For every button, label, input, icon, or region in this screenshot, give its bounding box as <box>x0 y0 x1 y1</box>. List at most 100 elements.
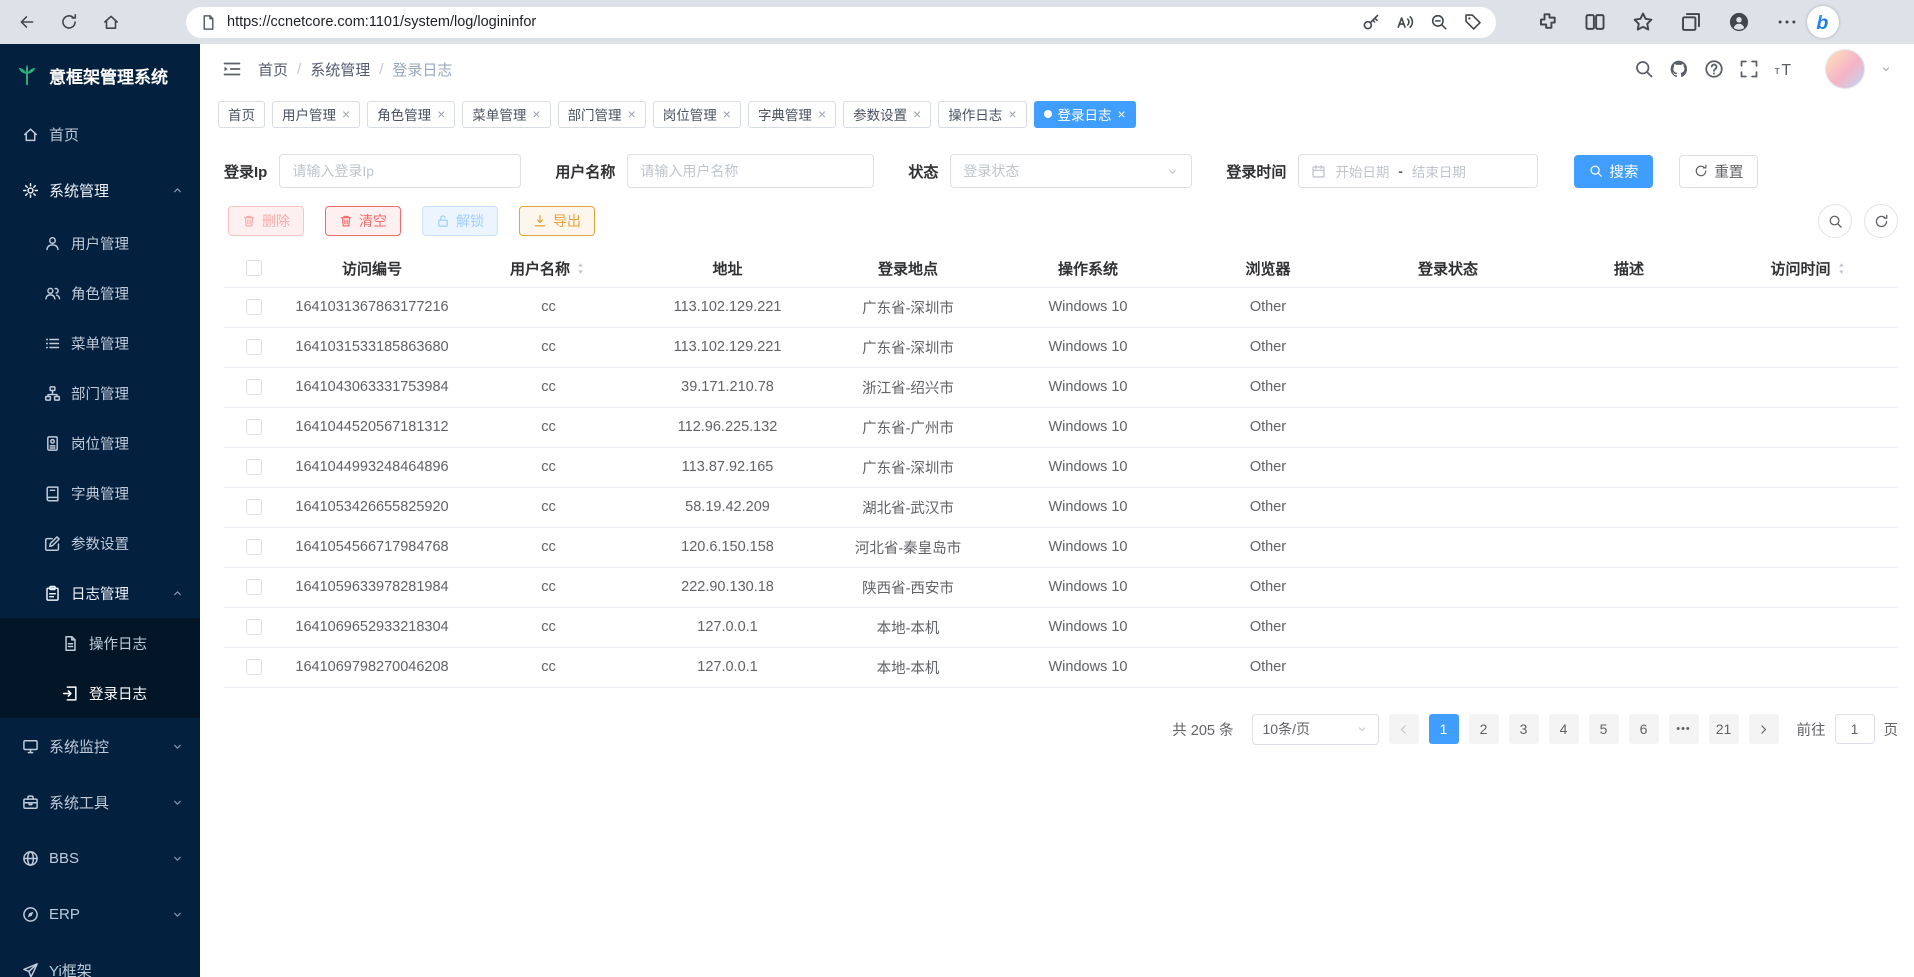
browser-home-icon[interactable] <box>94 5 128 39</box>
page-button-4[interactable]: 4 <box>1549 714 1579 744</box>
search-icon[interactable] <box>1634 59 1654 79</box>
zoom-out-icon[interactable] <box>1430 13 1448 31</box>
collections-icon[interactable] <box>1680 11 1702 33</box>
extensions-icon[interactable] <box>1536 11 1558 33</box>
close-tab-icon[interactable]: × <box>723 107 731 121</box>
close-tab-icon[interactable]: × <box>1118 107 1126 121</box>
tab-岗位管理[interactable]: 岗位管理× <box>653 101 741 128</box>
unlock-button[interactable]: 解锁 <box>422 206 498 236</box>
page-button-21[interactable]: 21 <box>1709 714 1739 744</box>
row-checkbox[interactable] <box>246 339 262 355</box>
sidebar-item-dict[interactable]: 字典管理 <box>0 468 200 518</box>
user-name-input[interactable] <box>627 154 874 188</box>
sidebar-item-post[interactable]: 岗位管理 <box>0 418 200 468</box>
row-checkbox[interactable] <box>246 459 262 475</box>
prev-page-button[interactable] <box>1389 714 1419 744</box>
next-page-button[interactable] <box>1749 714 1779 744</box>
tab-参数设置[interactable]: 参数设置× <box>843 101 931 128</box>
hamburger-icon[interactable] <box>222 59 242 79</box>
close-tab-icon[interactable]: × <box>913 107 921 121</box>
avatar[interactable] <box>1825 49 1865 89</box>
sort-icon[interactable] <box>574 262 587 275</box>
sidebar-item-monitor[interactable]: 系统监控 <box>0 718 200 774</box>
sidebar-item-user[interactable]: 用户管理 <box>0 218 200 268</box>
more-pages-button[interactable]: ••• <box>1669 714 1699 744</box>
bing-button[interactable]: b <box>1807 6 1839 38</box>
close-tab-icon[interactable]: × <box>818 107 826 121</box>
sidebar-item-param[interactable]: 参数设置 <box>0 518 200 568</box>
tab-操作日志[interactable]: 操作日志× <box>938 101 1026 128</box>
back-icon[interactable] <box>10 5 44 39</box>
sidebar-item-yi[interactable]: Yi框架 <box>0 942 200 977</box>
fullscreen-icon[interactable] <box>1739 59 1759 79</box>
row-checkbox[interactable] <box>246 499 262 515</box>
refresh-table-button[interactable] <box>1864 204 1898 238</box>
sidebar-item-system[interactable]: 系统管理 <box>0 162 200 218</box>
row-checkbox[interactable] <box>246 619 262 635</box>
breadcrumb-item[interactable]: 系统管理 <box>310 59 370 80</box>
split-screen-icon[interactable] <box>1584 11 1606 33</box>
close-tab-icon[interactable]: × <box>532 107 540 121</box>
sidebar-item-menu[interactable]: 菜单管理 <box>0 318 200 368</box>
close-tab-icon[interactable]: × <box>1008 107 1016 121</box>
github-icon[interactable] <box>1669 59 1689 79</box>
sort-icon[interactable] <box>1835 262 1848 275</box>
reset-button[interactable]: 重置 <box>1679 155 1758 188</box>
page-button-6[interactable]: 6 <box>1629 714 1659 744</box>
date-range-picker[interactable]: 开始日期 - 结束日期 <box>1298 154 1538 188</box>
key-icon[interactable] <box>1362 13 1380 31</box>
address-bar[interactable]: https://ccnetcore.com:1101/system/log/lo… <box>186 7 1496 38</box>
close-tab-icon[interactable]: × <box>628 107 636 121</box>
font-size-icon[interactable]: тT <box>1774 59 1794 79</box>
close-tab-icon[interactable]: × <box>437 107 445 121</box>
select-all-checkbox[interactable] <box>246 260 262 276</box>
page-button-3[interactable]: 3 <box>1509 714 1539 744</box>
page-button-1[interactable]: 1 <box>1429 714 1459 744</box>
sidebar-item-bbs[interactable]: BBS <box>0 830 200 886</box>
row-checkbox[interactable] <box>246 299 262 315</box>
profile-icon[interactable] <box>1728 11 1750 33</box>
row-checkbox[interactable] <box>246 419 262 435</box>
export-button[interactable]: 导出 <box>519 206 595 236</box>
column-header-2[interactable]: 用户名称 <box>460 250 637 287</box>
status-select[interactable]: 登录状态 <box>950 154 1192 188</box>
page-button-2[interactable]: 2 <box>1469 714 1499 744</box>
row-checkbox[interactable] <box>246 539 262 555</box>
sidebar-item-tools[interactable]: 系统工具 <box>0 774 200 830</box>
goto-page-input[interactable] <box>1835 714 1875 744</box>
read-aloud-icon[interactable] <box>1396 13 1414 31</box>
tab-菜单管理[interactable]: 菜单管理× <box>462 101 550 128</box>
delete-button[interactable]: 删除 <box>228 206 304 236</box>
favorites-icon[interactable] <box>1632 11 1654 33</box>
sidebar-item-role[interactable]: 角色管理 <box>0 268 200 318</box>
breadcrumb-item[interactable]: 首页 <box>258 59 288 80</box>
sidebar-item-login-log[interactable]: 登录日志 <box>0 668 200 718</box>
close-tab-icon[interactable]: × <box>342 107 350 121</box>
shopping-icon[interactable] <box>1464 13 1482 31</box>
search-button[interactable]: 搜索 <box>1574 155 1653 188</box>
toggle-search-button[interactable] <box>1818 204 1852 238</box>
page-size-select[interactable]: 10条/页 <box>1252 714 1379 745</box>
tab-登录日志[interactable]: 登录日志× <box>1034 101 1136 128</box>
tab-角色管理[interactable]: 角色管理× <box>367 101 455 128</box>
refresh-icon[interactable] <box>52 5 86 39</box>
clear-button[interactable]: 清空 <box>325 206 401 236</box>
sidebar-item-home[interactable]: 首页 <box>0 106 200 162</box>
tab-字典管理[interactable]: 字典管理× <box>748 101 836 128</box>
sidebar-item-log[interactable]: 日志管理 <box>0 568 200 618</box>
row-checkbox[interactable] <box>246 659 262 675</box>
column-header-9[interactable]: 访问时间 <box>1720 250 1898 287</box>
tab-部门管理[interactable]: 部门管理× <box>558 101 646 128</box>
sidebar-item-erp[interactable]: ERP <box>0 886 200 942</box>
row-checkbox[interactable] <box>246 579 262 595</box>
page-button-5[interactable]: 5 <box>1589 714 1619 744</box>
tab-用户管理[interactable]: 用户管理× <box>272 101 360 128</box>
sidebar-item-oper-log[interactable]: 操作日志 <box>0 618 200 668</box>
question-icon[interactable] <box>1704 59 1724 79</box>
login-ip-input[interactable] <box>279 154 521 188</box>
row-checkbox[interactable] <box>246 379 262 395</box>
sidebar-item-dept[interactable]: 部门管理 <box>0 368 200 418</box>
chevron-down-icon[interactable] <box>1880 63 1892 75</box>
more-icon[interactable] <box>1776 11 1798 33</box>
tab-首页[interactable]: 首页 <box>218 101 265 128</box>
